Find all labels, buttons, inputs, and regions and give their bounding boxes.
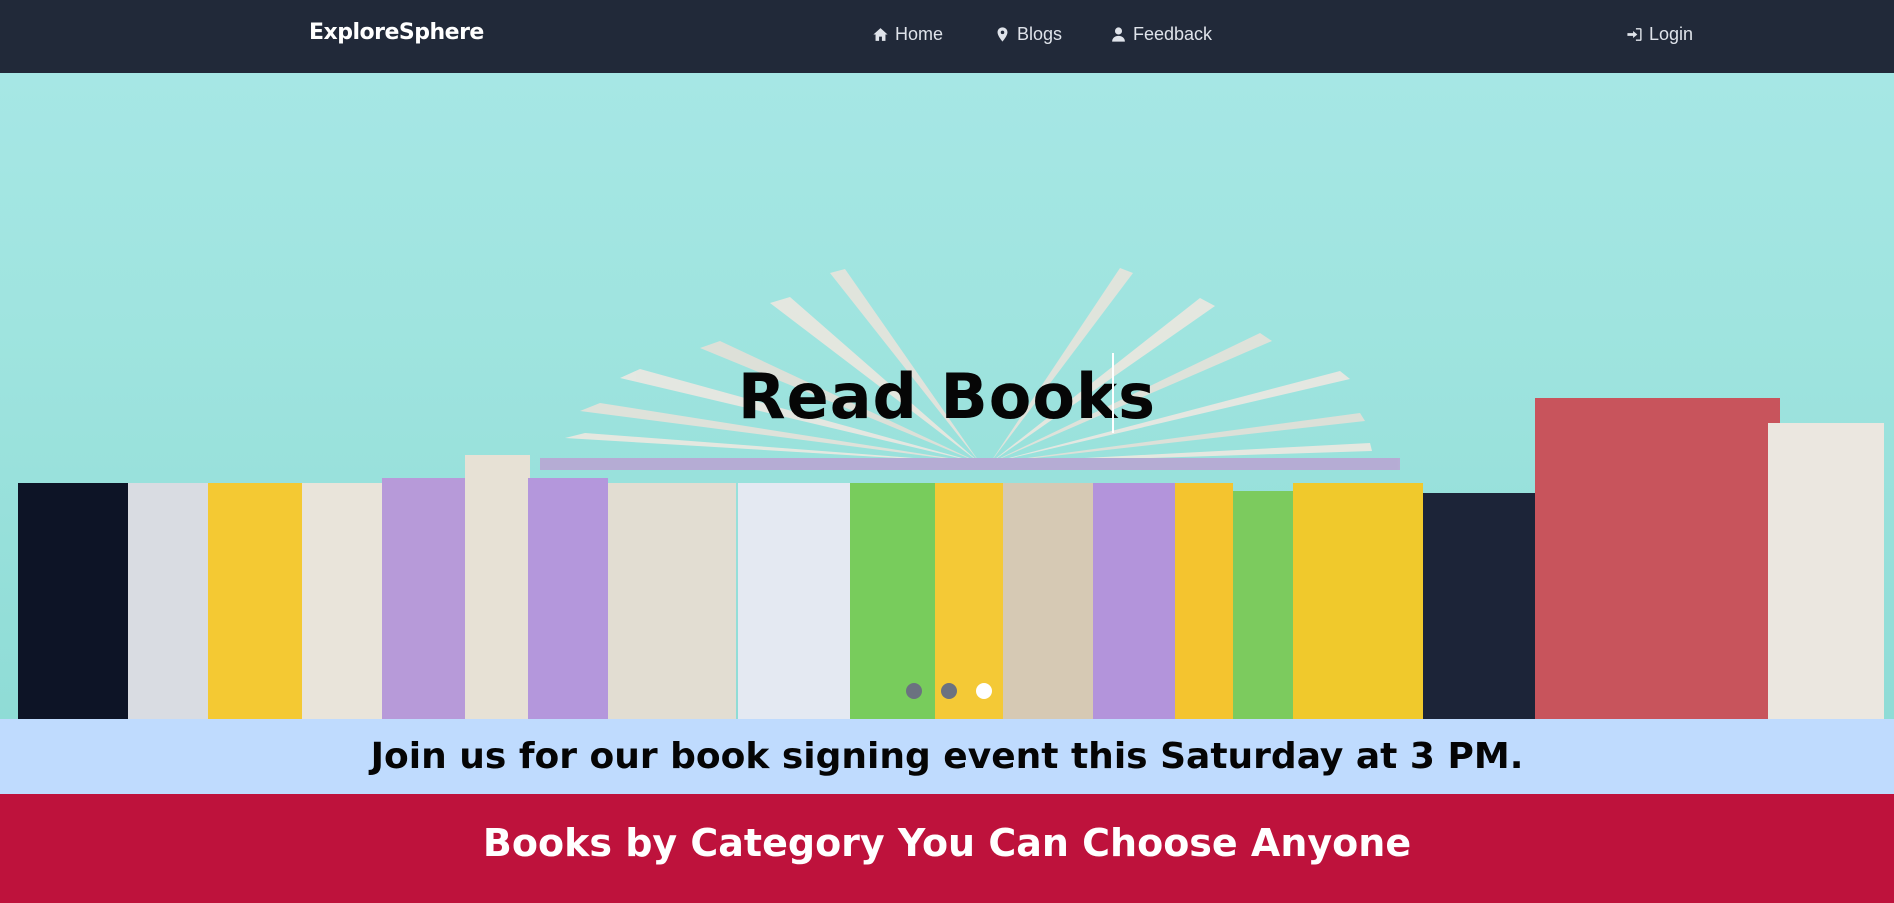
text-caret [1112, 353, 1114, 433]
category-heading: Books by Category You Can Choose Anyone [482, 820, 1412, 865]
carousel-dot-2[interactable] [941, 683, 957, 699]
home-icon [873, 28, 888, 41]
nav-blogs-label: Blogs [1017, 24, 1063, 44]
map-pin-icon [997, 27, 1008, 42]
announcement-banner: Join us for our book signing event this … [0, 719, 1894, 794]
category-section: Books by Category You Can Choose Anyone [0, 794, 1894, 903]
carousel-dot-3[interactable] [976, 683, 992, 699]
announcement-text: Join us for our book signing event this … [370, 736, 1524, 777]
nav-home-link[interactable]: Home [872, 24, 943, 45]
carousel-indicators [906, 683, 992, 699]
brand-logo[interactable]: ExploreSphere [309, 20, 484, 45]
nav-blogs-link[interactable]: Blogs [994, 24, 1062, 45]
nav-feedback-link[interactable]: Feedback [1110, 24, 1212, 45]
login-link[interactable]: Login [1626, 24, 1693, 45]
navbar: ExploreSphere Home Blogs Feedback Login [0, 0, 1894, 73]
hero-title: Read Books [737, 360, 1157, 433]
login-label: Login [1649, 24, 1694, 44]
nav-feedback-label: Feedback [1133, 24, 1213, 44]
carousel-dot-1[interactable] [906, 683, 922, 699]
nav-home-label: Home [895, 24, 944, 44]
user-icon [1112, 27, 1125, 42]
sign-in-icon [1627, 28, 1642, 41]
hero-carousel: Read Books [0, 73, 1894, 719]
